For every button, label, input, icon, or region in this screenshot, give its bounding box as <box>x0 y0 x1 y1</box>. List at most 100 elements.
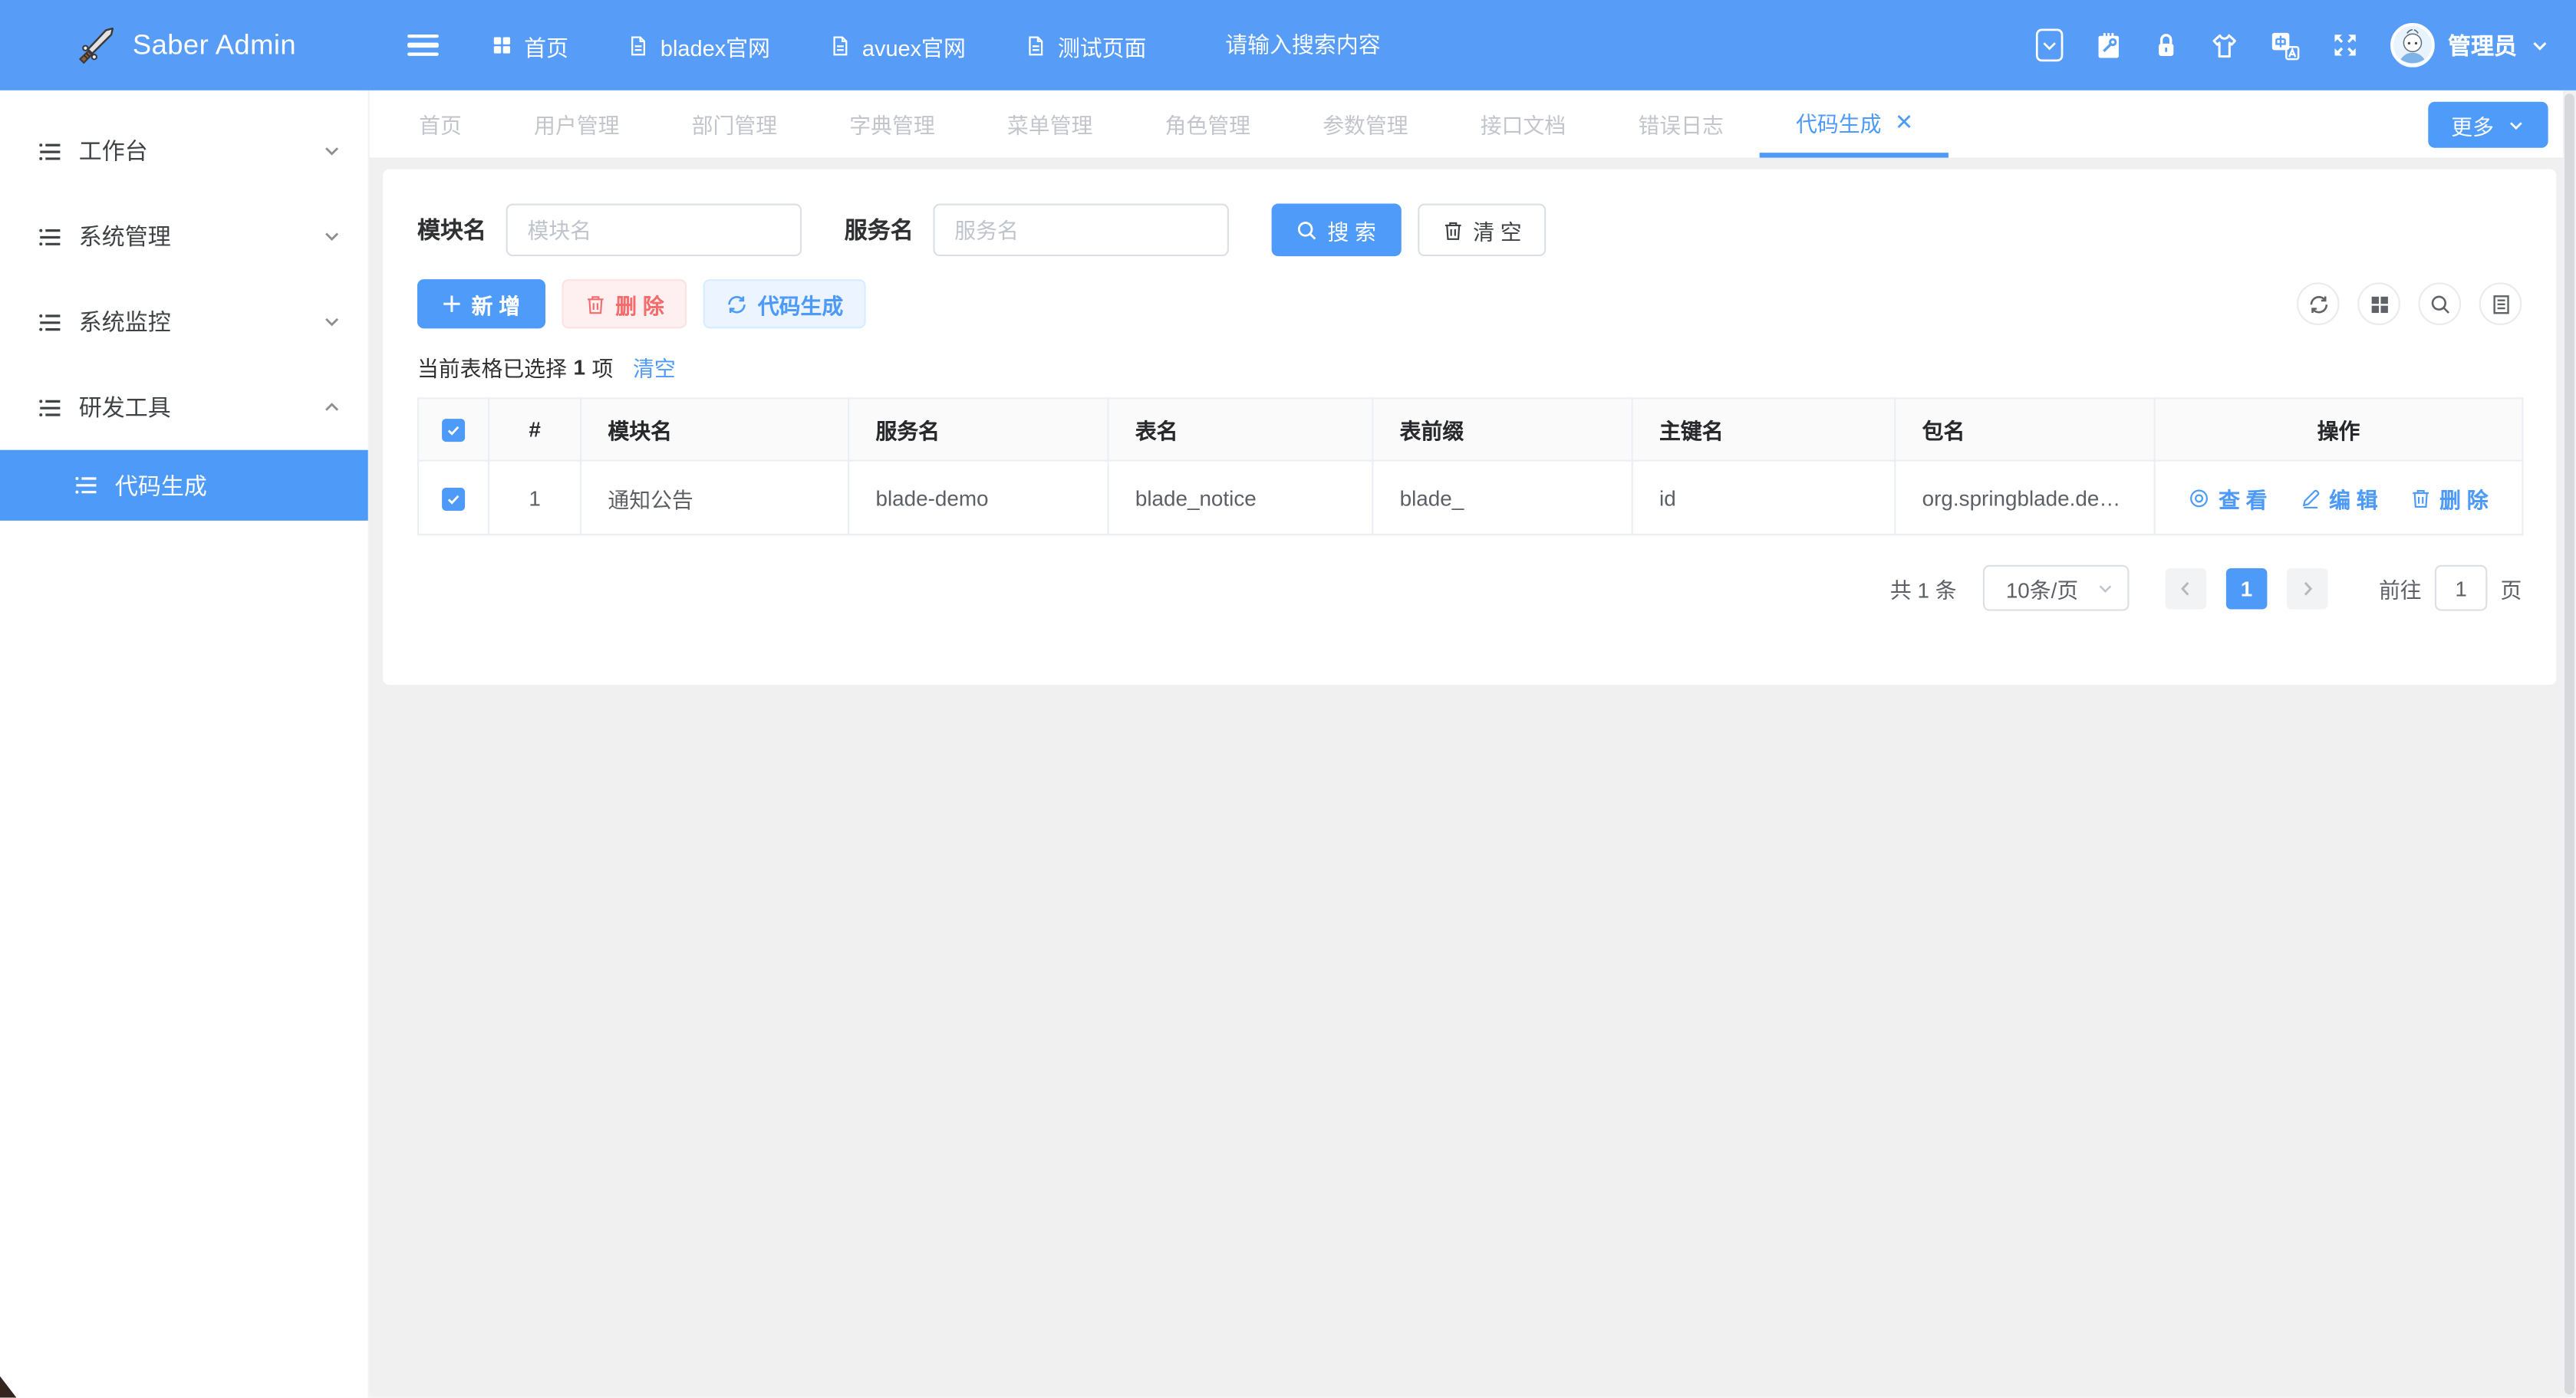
column-header-index: # <box>489 398 581 460</box>
sidebar-item-code-generation[interactable]: 代码生成 <box>0 450 368 521</box>
debug-clipboard-icon[interactable] <box>2095 31 2123 61</box>
action-row: 新 增 删 除 代码生成 <box>417 279 2522 328</box>
top-menu-item-avuex[interactable]: avuex官网 <box>829 28 966 61</box>
top-menu-label: 测试页面 <box>1058 28 1147 61</box>
tab-menu-mgmt[interactable]: 菜单管理 <box>971 90 1129 158</box>
more-button[interactable]: 更多 <box>2428 102 2548 148</box>
cell-module: 通知公告 <box>581 461 848 535</box>
edit-link[interactable]: 编 辑 <box>2300 482 2378 514</box>
plus-icon <box>442 294 462 314</box>
view-icon <box>2189 487 2211 508</box>
hamburger-menu-icon[interactable] <box>407 28 439 62</box>
code-gen-table: # 模块名 服务名 表名 表前缀 主键名 包名 操作 1 通知公告 <box>417 397 2524 535</box>
column-header-table: 表名 <box>1108 398 1373 460</box>
top-menu-item-home[interactable]: 首页 <box>491 28 568 61</box>
sidebar-item-system-monitor[interactable]: 系统监控 <box>0 279 368 364</box>
translate-icon[interactable] <box>2271 31 2301 61</box>
sidebar-item-workbench[interactable]: 工作台 <box>0 108 368 193</box>
column-header-module: 模块名 <box>581 398 848 460</box>
goto-page-input[interactable] <box>2435 565 2488 611</box>
document-icon <box>1025 34 1046 57</box>
next-page-button[interactable] <box>2287 567 2328 609</box>
chevron-down-icon <box>322 312 342 332</box>
tab-bar: 首页 用户管理 部门管理 字典管理 菜单管理 角色管理 参数管理 接口文档 错误… <box>370 90 2576 160</box>
cell-service: blade-demo <box>848 461 1108 535</box>
tab-param-mgmt[interactable]: 参数管理 <box>1286 90 1444 158</box>
goto-label: 前往 <box>2379 572 2422 604</box>
grid-icon <box>491 35 512 56</box>
sword-icon <box>74 24 117 67</box>
column-header-service: 服务名 <box>848 398 1108 460</box>
selection-info: 当前表格已选择 1 项 清空 <box>417 351 2522 383</box>
select-all-checkbox[interactable] <box>442 419 465 442</box>
refresh-icon[interactable] <box>2297 282 2340 325</box>
user-name: 管理员 <box>2448 28 2517 61</box>
sidebar: 工作台 系统管理 系统监控 <box>0 90 370 1398</box>
avatar <box>2390 23 2435 67</box>
sidebar-item-label: 系统监控 <box>79 305 171 338</box>
tab-code-generation[interactable]: 代码生成 <box>1760 90 1948 158</box>
user-menu[interactable]: 管理员 <box>2390 23 2550 67</box>
fullscreen-icon[interactable] <box>2331 31 2359 59</box>
chevron-down-icon <box>2097 579 2115 597</box>
top-menu: 首页 bladex官网 avuex官网 测试页面 <box>491 28 1146 61</box>
search-icon[interactable] <box>2418 282 2461 325</box>
top-menu-item-test[interactable]: 测试页面 <box>1025 28 1146 61</box>
add-button[interactable]: 新 增 <box>417 279 545 328</box>
scrollbar[interactable] <box>2563 90 2576 1398</box>
prev-page-button[interactable] <box>2166 567 2207 609</box>
app-title: Saber Admin <box>133 28 296 61</box>
menu-list-icon <box>38 139 62 163</box>
top-menu-label: 首页 <box>524 28 568 61</box>
tab-role-mgmt[interactable]: 角色管理 <box>1128 90 1286 158</box>
sidebar-item-label: 代码生成 <box>115 469 207 502</box>
tab-api-docs[interactable]: 接口文档 <box>1444 90 1603 158</box>
app-logo: Saber Admin <box>0 24 370 67</box>
app-root: Saber Admin 首页 bladex官网 avuex官网 <box>0 0 2576 1398</box>
sidebar-item-dev-tools[interactable]: 研发工具 <box>0 364 368 449</box>
tab-home[interactable]: 首页 <box>383 90 498 158</box>
service-name-input[interactable] <box>933 204 1228 257</box>
column-settings-icon[interactable] <box>2479 282 2522 325</box>
delete-button[interactable]: 删 除 <box>562 279 687 328</box>
column-header-package: 包名 <box>1895 398 2154 460</box>
global-search-input[interactable] <box>1225 33 1488 58</box>
dropdown-box-icon[interactable] <box>2035 28 2063 62</box>
trash-icon <box>1442 219 1464 241</box>
lock-icon[interactable] <box>2154 31 2179 59</box>
top-menu-item-bladex[interactable]: bladex官网 <box>628 28 770 61</box>
sidebar-item-system-mgmt[interactable]: 系统管理 <box>0 194 368 279</box>
top-menu-label: avuex官网 <box>862 28 966 61</box>
row-checkbox[interactable] <box>442 488 465 511</box>
cell-index: 1 <box>489 461 581 535</box>
delete-link[interactable]: 删 除 <box>2410 482 2489 514</box>
table-row: 1 通知公告 blade-demo blade_notice blade_ id… <box>418 461 2522 535</box>
theme-tshirt-icon[interactable] <box>2209 32 2239 58</box>
clear-button[interactable]: 清 空 <box>1417 204 1546 257</box>
pencil-icon <box>2300 487 2321 508</box>
tab-dict-mgmt[interactable]: 字典管理 <box>813 90 971 158</box>
page-size-select[interactable]: 10条/页 <box>1983 565 2130 611</box>
menu-list-icon <box>38 224 62 248</box>
top-menu-label: bladex官网 <box>660 28 770 61</box>
cell-package: org.springblade.desk... <box>1895 461 2154 535</box>
selection-count: 1 <box>573 355 585 380</box>
search-button[interactable]: 搜 索 <box>1272 204 1401 257</box>
scrollbar-thumb[interactable] <box>2564 94 2574 1394</box>
page-number-button[interactable]: 1 <box>2226 567 2268 609</box>
selection-text: 项 <box>592 351 614 383</box>
grid-view-icon[interactable] <box>2357 282 2400 325</box>
clear-selection-link[interactable]: 清空 <box>633 351 676 383</box>
chevron-down-icon <box>322 227 342 247</box>
tab-error-log[interactable]: 错误日志 <box>1602 90 1760 158</box>
close-icon[interactable] <box>1896 113 1912 130</box>
column-header-prefix: 表前缀 <box>1372 398 1632 460</box>
chevron-down-icon <box>2507 116 2525 134</box>
module-name-input[interactable] <box>506 204 802 257</box>
cell-table-prefix: blade_ <box>1372 461 1632 535</box>
tab-dept-mgmt[interactable]: 部门管理 <box>656 90 814 158</box>
column-header-actions: 操作 <box>2155 398 2523 460</box>
tab-user-mgmt[interactable]: 用户管理 <box>498 90 656 158</box>
view-link[interactable]: 查 看 <box>2189 482 2268 514</box>
generate-code-button[interactable]: 代码生成 <box>703 279 866 328</box>
